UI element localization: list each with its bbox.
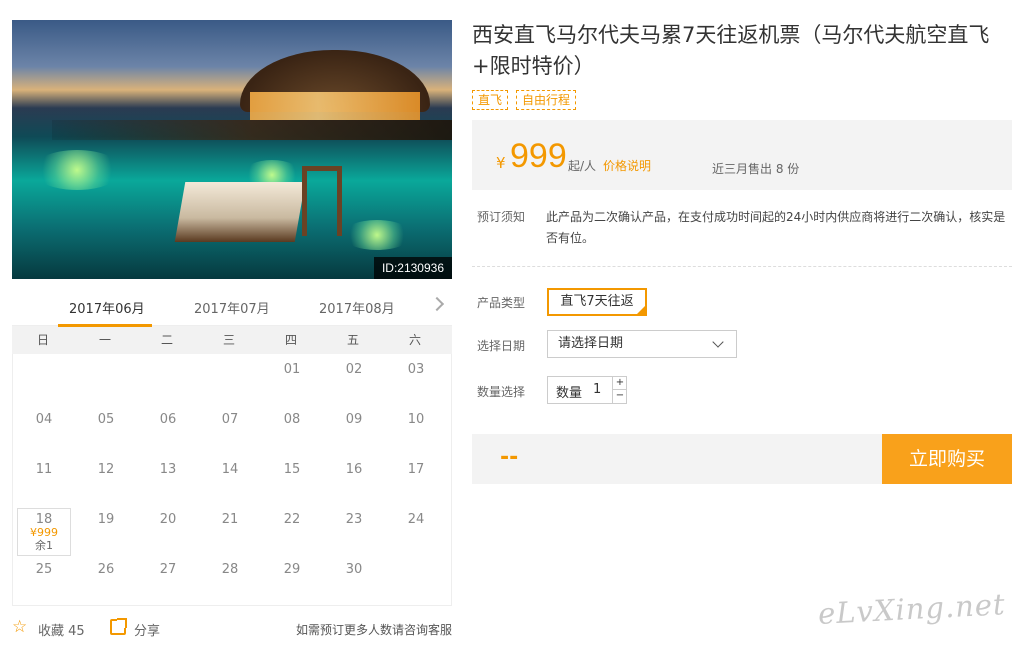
active-month-indicator [58,324,152,327]
date-label: 选择日期 [477,339,526,353]
weekday-mon: 一 [98,333,111,347]
chevron-down-icon [712,336,724,348]
day-price: ¥999 [30,526,58,539]
price-amount: 999 [510,137,567,175]
weekday-wed: 三 [222,333,235,347]
weekday-sun: 日 [36,333,49,347]
calendar-empty-cell [199,356,261,406]
month-tabs: 2017年06月 2017年07月 2017年08月 [12,290,452,327]
price-calendar: 2017年06月 2017年07月 2017年08月 日 一 二 三 四 五 六… [12,290,452,606]
photo-pool-light [32,150,122,190]
calendar-empty-cell [137,356,199,406]
calendar-day[interactable]: 16 [323,456,385,506]
product-photo: ID:2130936 [12,20,452,279]
photo-dining-table [174,182,306,242]
product-title: 西安直飞马尔代夫马累7天往返机票（马尔代夫航空直飞+限时特价） [472,23,990,78]
watermark-logo: eLvXing.net [817,587,1007,631]
weekday-fri: 五 [346,333,359,347]
calendar-day[interactable]: 09 [323,406,385,456]
image-id-badge: ID:2130936 [373,257,452,279]
photo-hut-lights [250,92,420,120]
calendar-day-available[interactable]: 18 ¥999 余1 [17,508,71,556]
calendar-day[interactable]: 11 [13,456,75,506]
calendar-grid: 01 02 03 04 05 06 07 08 09 10 11 12 13 14 15 16 17 18 ¥999… [12,354,452,606]
tag-direct: 直飞 [472,90,509,110]
calendar-day[interactable]: 14 [199,456,261,506]
sold-count: 近三月售出 8 份 [712,162,800,176]
favorite-count: 45 [68,624,85,639]
favorite-label: 收藏 [38,624,65,639]
product-type-option[interactable]: 直飞7天往返 [547,288,647,316]
calendar-day[interactable]: 19 [75,506,137,556]
notice-label: 预订须知 [477,210,526,224]
weekday-sat: 六 [408,333,421,347]
photo-pool-light [342,220,412,250]
favorite-button[interactable]: 收藏 45 [38,620,85,639]
calendar-day[interactable]: 02 [323,356,385,406]
day-stock: 余1 [35,539,53,552]
share-icon[interactable] [110,618,127,635]
contact-note: 如需预订更多人数请咨询客服 [295,623,452,637]
calendar-day[interactable]: 26 [75,556,137,606]
photo-deck [52,120,452,140]
calendar-day[interactable]: 13 [137,456,199,506]
calendar-day[interactable]: 04 [13,406,75,456]
buy-now-button[interactable]: 立即购买 [882,434,1012,484]
photo-chair [302,166,342,236]
weekday-header: 日 一 二 三 四 五 六 [12,326,452,354]
notice-text: 此产品为二次确认产品，在支付成功时间起的24小时内供应商将进行二次确认，核实是否… [546,210,1006,245]
day-number: 18 [35,512,53,527]
quantity-stepper[interactable]: 数量 1 + − [547,376,627,404]
price-explain-link[interactable]: 价格说明 [603,157,651,174]
calendar-day[interactable]: 21 [199,506,261,556]
calendar-day[interactable]: 05 [75,406,137,456]
action-bar: ☆ 收藏 45 分享 如需预订更多人数请咨询客服 [12,618,452,639]
weekday-thu: 四 [284,333,297,347]
calendar-day[interactable]: 08 [261,406,323,456]
date-select-value: 请选择日期 [558,336,624,351]
calendar-empty-cell [75,356,137,406]
star-icon[interactable]: ☆ [12,618,27,636]
calendar-day[interactable]: 29 [261,556,323,606]
calendar-day[interactable]: 30 [323,556,385,606]
tab-month-3[interactable]: 2017年08月 [319,298,395,317]
calendar-day[interactable]: 20 [137,506,199,556]
price-unit: 起/人 [568,159,597,173]
date-select[interactable]: 请选择日期 [547,330,737,358]
purchase-bar: -- 立即购买 [472,434,1012,484]
price-panel: ¥ 999 起/人 价格说明 近三月售出 8 份 [472,120,1012,190]
calendar-day[interactable]: 10 [385,406,447,456]
quantity-inner-label: 数量 [556,386,583,401]
calendar-day[interactable]: 28 [199,556,261,606]
quantity-increment[interactable]: + [612,377,627,390]
calendar-day[interactable]: 22 [261,506,323,556]
currency-symbol: ¥ [496,154,506,172]
tab-month-1[interactable]: 2017年06月 [69,298,145,317]
calendar-day[interactable]: 12 [75,456,137,506]
tag-free-itinerary: 自由行程 [516,90,577,110]
divider [472,266,1012,267]
calendar-day[interactable]: 01 [261,356,323,406]
tab-month-2[interactable]: 2017年07月 [194,298,270,317]
calendar-day[interactable]: 23 [323,506,385,556]
quantity-value[interactable]: 1 [593,382,601,397]
calendar-day[interactable]: 15 [261,456,323,506]
chevron-right-icon[interactable] [429,296,445,312]
calendar-day[interactable]: 24 [385,506,447,556]
weekday-tue: 二 [160,333,173,347]
product-type-label: 产品类型 [477,296,526,310]
product-tags: 直飞 自由行程 [472,90,577,110]
calendar-day[interactable]: 03 [385,356,447,406]
calendar-day[interactable]: 06 [137,406,199,456]
calendar-empty-cell [13,356,75,406]
calendar-day[interactable]: 25 [13,556,75,606]
share-button[interactable]: 分享 [134,620,160,639]
total-price: -- [500,445,519,470]
quantity-decrement[interactable]: − [612,390,627,403]
calendar-day[interactable]: 27 [137,556,199,606]
quantity-label: 数量选择 [477,385,526,399]
calendar-day[interactable]: 07 [199,406,261,456]
calendar-day[interactable]: 17 [385,456,447,506]
